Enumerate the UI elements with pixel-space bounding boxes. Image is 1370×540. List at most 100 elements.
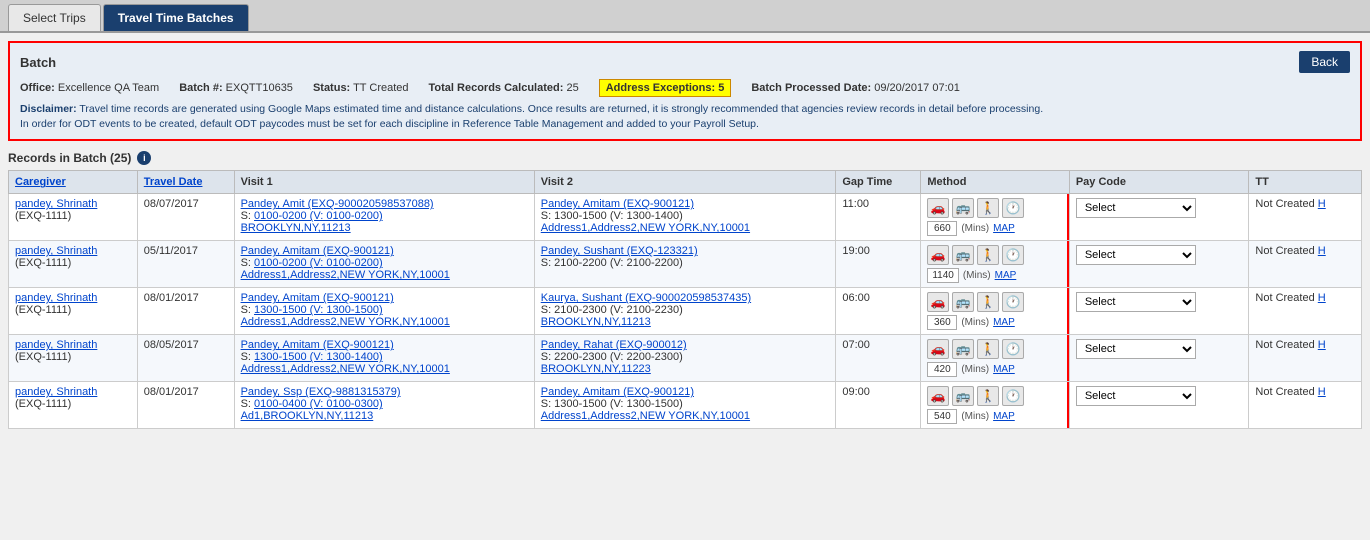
map-link[interactable]: MAP xyxy=(995,270,1017,281)
office-field: Office: Excellence QA Team xyxy=(20,82,159,94)
clock-icon[interactable]: 🕐 xyxy=(1002,386,1024,406)
visit1-addr-link[interactable]: Address1,Address2,NEW YORK,NY,10001 xyxy=(241,363,450,375)
bus-icon[interactable]: 🚌 xyxy=(952,386,974,406)
tab-travel-time-batches[interactable]: Travel Time Batches xyxy=(103,4,249,31)
caregiver-link[interactable]: pandey, Shrinath xyxy=(15,198,97,210)
visit2-link[interactable]: Kaurya, Sushant (EXQ-900020598537435) xyxy=(541,292,751,304)
visit2-addr-link[interactable]: Address1,Address2,NEW YORK,NY,10001 xyxy=(541,410,750,422)
visit1-addr-link[interactable]: BROOKLYN,NY,11213 xyxy=(241,222,351,234)
visit1-link[interactable]: Pandey, Amit (EXQ-900020598537088) xyxy=(241,198,434,210)
visit1-link[interactable]: Pandey, Amitam (EXQ-900121) xyxy=(241,245,394,257)
visit2-cell: Kaurya, Sushant (EXQ-900020598537435)S: … xyxy=(534,288,836,335)
pay-code-select[interactable]: Select xyxy=(1076,198,1196,218)
map-link[interactable]: MAP xyxy=(993,411,1015,422)
clock-icon[interactable]: 🕐 xyxy=(1002,198,1024,218)
visit1-link[interactable]: Pandey, Ssp (EXQ-9881315379) xyxy=(241,386,401,398)
col-travel-date[interactable]: Travel Date xyxy=(137,171,234,194)
visit1-addr-link[interactable]: Ad1,BROOKLYN,NY,11213 xyxy=(241,410,374,422)
pay-code-cell: Select xyxy=(1069,288,1249,335)
caregiver-id: (EXQ-1111) xyxy=(15,210,71,222)
map-link[interactable]: MAP xyxy=(993,223,1015,234)
tab-select-trips[interactable]: Select Trips xyxy=(8,4,101,31)
visit1-link[interactable]: Pandey, Amitam (EXQ-900121) xyxy=(241,339,394,351)
visit2-addr-link[interactable]: BROOKLYN,NY,11213 xyxy=(541,316,651,328)
walk-icon[interactable]: 🚶 xyxy=(977,198,999,218)
walk-icon[interactable]: 🚶 xyxy=(977,339,999,359)
h-link[interactable]: H xyxy=(1318,386,1326,398)
car-icon[interactable]: 🚗 xyxy=(927,339,949,359)
visit1-addr-link[interactable]: Address1,Address2,NEW YORK,NY,10001 xyxy=(241,269,450,281)
visit1-cell: Pandey, Amit (EXQ-900020598537088)S: 010… xyxy=(234,194,534,241)
tt-cell: Not Created H xyxy=(1249,241,1362,288)
pay-code-cell: Select xyxy=(1069,335,1249,382)
col-visit2: Visit 2 xyxy=(534,171,836,194)
map-link[interactable]: MAP xyxy=(993,364,1015,375)
h-link[interactable]: H xyxy=(1318,245,1326,257)
back-button[interactable]: Back xyxy=(1299,51,1350,73)
visit2-addr-link[interactable]: Address1,Address2,NEW YORK,NY,10001 xyxy=(541,222,750,234)
table-row: pandey, Shrinath(EXQ-1111)08/01/2017Pand… xyxy=(9,288,1362,335)
tt-cell: Not Created H xyxy=(1249,288,1362,335)
h-link[interactable]: H xyxy=(1318,198,1326,210)
caregiver-cell: pandey, Shrinath(EXQ-1111) xyxy=(9,194,138,241)
clock-icon[interactable]: 🕐 xyxy=(1002,245,1024,265)
walk-icon[interactable]: 🚶 xyxy=(977,386,999,406)
walk-icon[interactable]: 🚶 xyxy=(977,245,999,265)
bus-icon[interactable]: 🚌 xyxy=(952,245,974,265)
batch-panel: Batch Back Office: Excellence QA Team Ba… xyxy=(8,41,1362,141)
mins-box: 540 xyxy=(927,409,957,424)
map-link[interactable]: MAP xyxy=(993,317,1015,328)
tt-cell: Not Created H xyxy=(1249,382,1362,429)
tt-cell: Not Created H xyxy=(1249,194,1362,241)
pay-code-select[interactable]: Select xyxy=(1076,386,1196,406)
col-caregiver[interactable]: Caregiver xyxy=(9,171,138,194)
visit2-link[interactable]: Pandey, Amitam (EXQ-900121) xyxy=(541,198,694,210)
caregiver-cell: pandey, Shrinath(EXQ-1111) xyxy=(9,335,138,382)
h-link[interactable]: H xyxy=(1318,339,1326,351)
caregiver-link[interactable]: pandey, Shrinath xyxy=(15,245,97,257)
car-icon[interactable]: 🚗 xyxy=(927,245,949,265)
pay-code-cell: Select xyxy=(1069,382,1249,429)
travel-date-cell: 08/01/2017 xyxy=(137,288,234,335)
car-icon[interactable]: 🚗 xyxy=(927,386,949,406)
visit1-link[interactable]: Pandey, Amitam (EXQ-900121) xyxy=(241,292,394,304)
pay-code-select[interactable]: Select xyxy=(1076,245,1196,265)
bus-icon[interactable]: 🚌 xyxy=(952,339,974,359)
gap-time-cell: 09:00 xyxy=(836,382,921,429)
clock-icon[interactable]: 🕐 xyxy=(1002,292,1024,312)
caregiver-link[interactable]: pandey, Shrinath xyxy=(15,339,97,351)
tt-status: Not Created xyxy=(1255,245,1314,257)
pay-code-select[interactable]: Select xyxy=(1076,339,1196,359)
caregiver-link[interactable]: pandey, Shrinath xyxy=(15,292,97,304)
address-exceptions-badge: Address Exceptions: 5 xyxy=(599,79,732,97)
car-icon[interactable]: 🚗 xyxy=(927,198,949,218)
caregiver-link[interactable]: pandey, Shrinath xyxy=(15,386,97,398)
visit2-cell: Pandey, Amitam (EXQ-900121)S: 1300-1500 … xyxy=(534,382,836,429)
pay-code-select[interactable]: Select xyxy=(1076,292,1196,312)
visit2-link[interactable]: Pandey, Sushant (EXQ-123321) xyxy=(541,245,698,257)
car-icon[interactable]: 🚗 xyxy=(927,292,949,312)
visit2-link[interactable]: Pandey, Rahat (EXQ-900012) xyxy=(541,339,687,351)
visit2-link[interactable]: Pandey, Amitam (EXQ-900121) xyxy=(541,386,694,398)
tt-status: Not Created xyxy=(1255,292,1314,304)
method-cell: 🚗 🚌 🚶 🕐 1140 (Mins) MAP xyxy=(921,241,1070,288)
visit1-cell: Pandey, Amitam (EXQ-900121)S: 1300-1500 … xyxy=(234,335,534,382)
visit1-addr-link[interactable]: Address1,Address2,NEW YORK,NY,10001 xyxy=(241,316,450,328)
h-link[interactable]: H xyxy=(1318,292,1326,304)
mins-label: (Mins) xyxy=(961,317,989,328)
tabs-bar: Select Trips Travel Time Batches xyxy=(0,0,1370,33)
bus-icon[interactable]: 🚌 xyxy=(952,292,974,312)
clock-icon[interactable]: 🕐 xyxy=(1002,339,1024,359)
table-row: pandey, Shrinath(EXQ-1111)08/07/2017Pand… xyxy=(9,194,1362,241)
caregiver-cell: pandey, Shrinath(EXQ-1111) xyxy=(9,241,138,288)
disclaimer: Disclaimer: Travel time records are gene… xyxy=(20,102,1350,131)
visit2-addr-link[interactable]: BROOKLYN,NY,11223 xyxy=(541,363,651,375)
tt-status: Not Created xyxy=(1255,198,1314,210)
travel-date-cell: 05/11/2017 xyxy=(137,241,234,288)
table-row: pandey, Shrinath(EXQ-1111)08/01/2017Pand… xyxy=(9,382,1362,429)
walk-icon[interactable]: 🚶 xyxy=(977,292,999,312)
gap-time-cell: 06:00 xyxy=(836,288,921,335)
bus-icon[interactable]: 🚌 xyxy=(952,198,974,218)
travel-date-cell: 08/01/2017 xyxy=(137,382,234,429)
gap-time-cell: 07:00 xyxy=(836,335,921,382)
